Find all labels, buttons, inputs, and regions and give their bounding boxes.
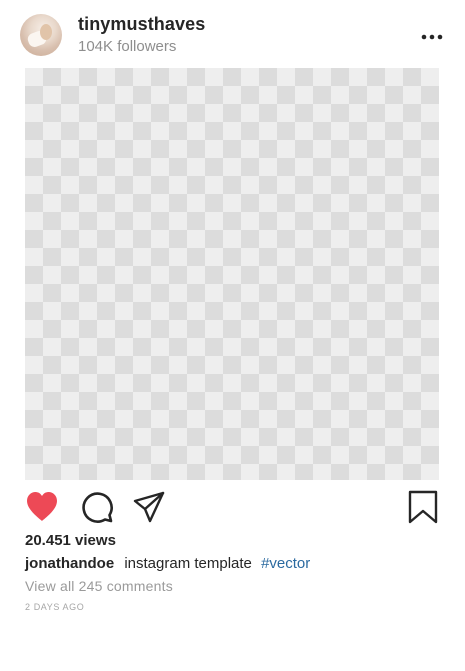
post-timestamp: 2 DAYS AGO [25, 602, 85, 612]
heart-icon[interactable] [25, 490, 59, 524]
avatar-shape [40, 24, 52, 40]
hashtag-link[interactable]: #vector [261, 555, 310, 572]
caption-text: instagram template [124, 555, 252, 572]
action-bar [25, 490, 440, 526]
comment-bubble-icon[interactable] [80, 490, 114, 524]
username[interactable]: tinymusthaves [78, 14, 205, 35]
follower-count: 104K followers [78, 38, 177, 55]
view-all-comments-link[interactable]: View all 245 comments [25, 578, 173, 594]
caption: jonathandoe instagram template #vector [25, 555, 310, 572]
caption-author[interactable]: jonathandoe [25, 555, 114, 572]
view-count: 20.451 views [25, 532, 116, 549]
post-image-placeholder[interactable] [25, 68, 439, 480]
paper-plane-icon[interactable] [132, 490, 166, 524]
post-header: tinymusthaves 104K followers [20, 12, 445, 58]
bookmark-icon[interactable] [406, 490, 440, 524]
avatar[interactable] [20, 14, 62, 56]
more-dots-icon[interactable] [421, 34, 443, 40]
